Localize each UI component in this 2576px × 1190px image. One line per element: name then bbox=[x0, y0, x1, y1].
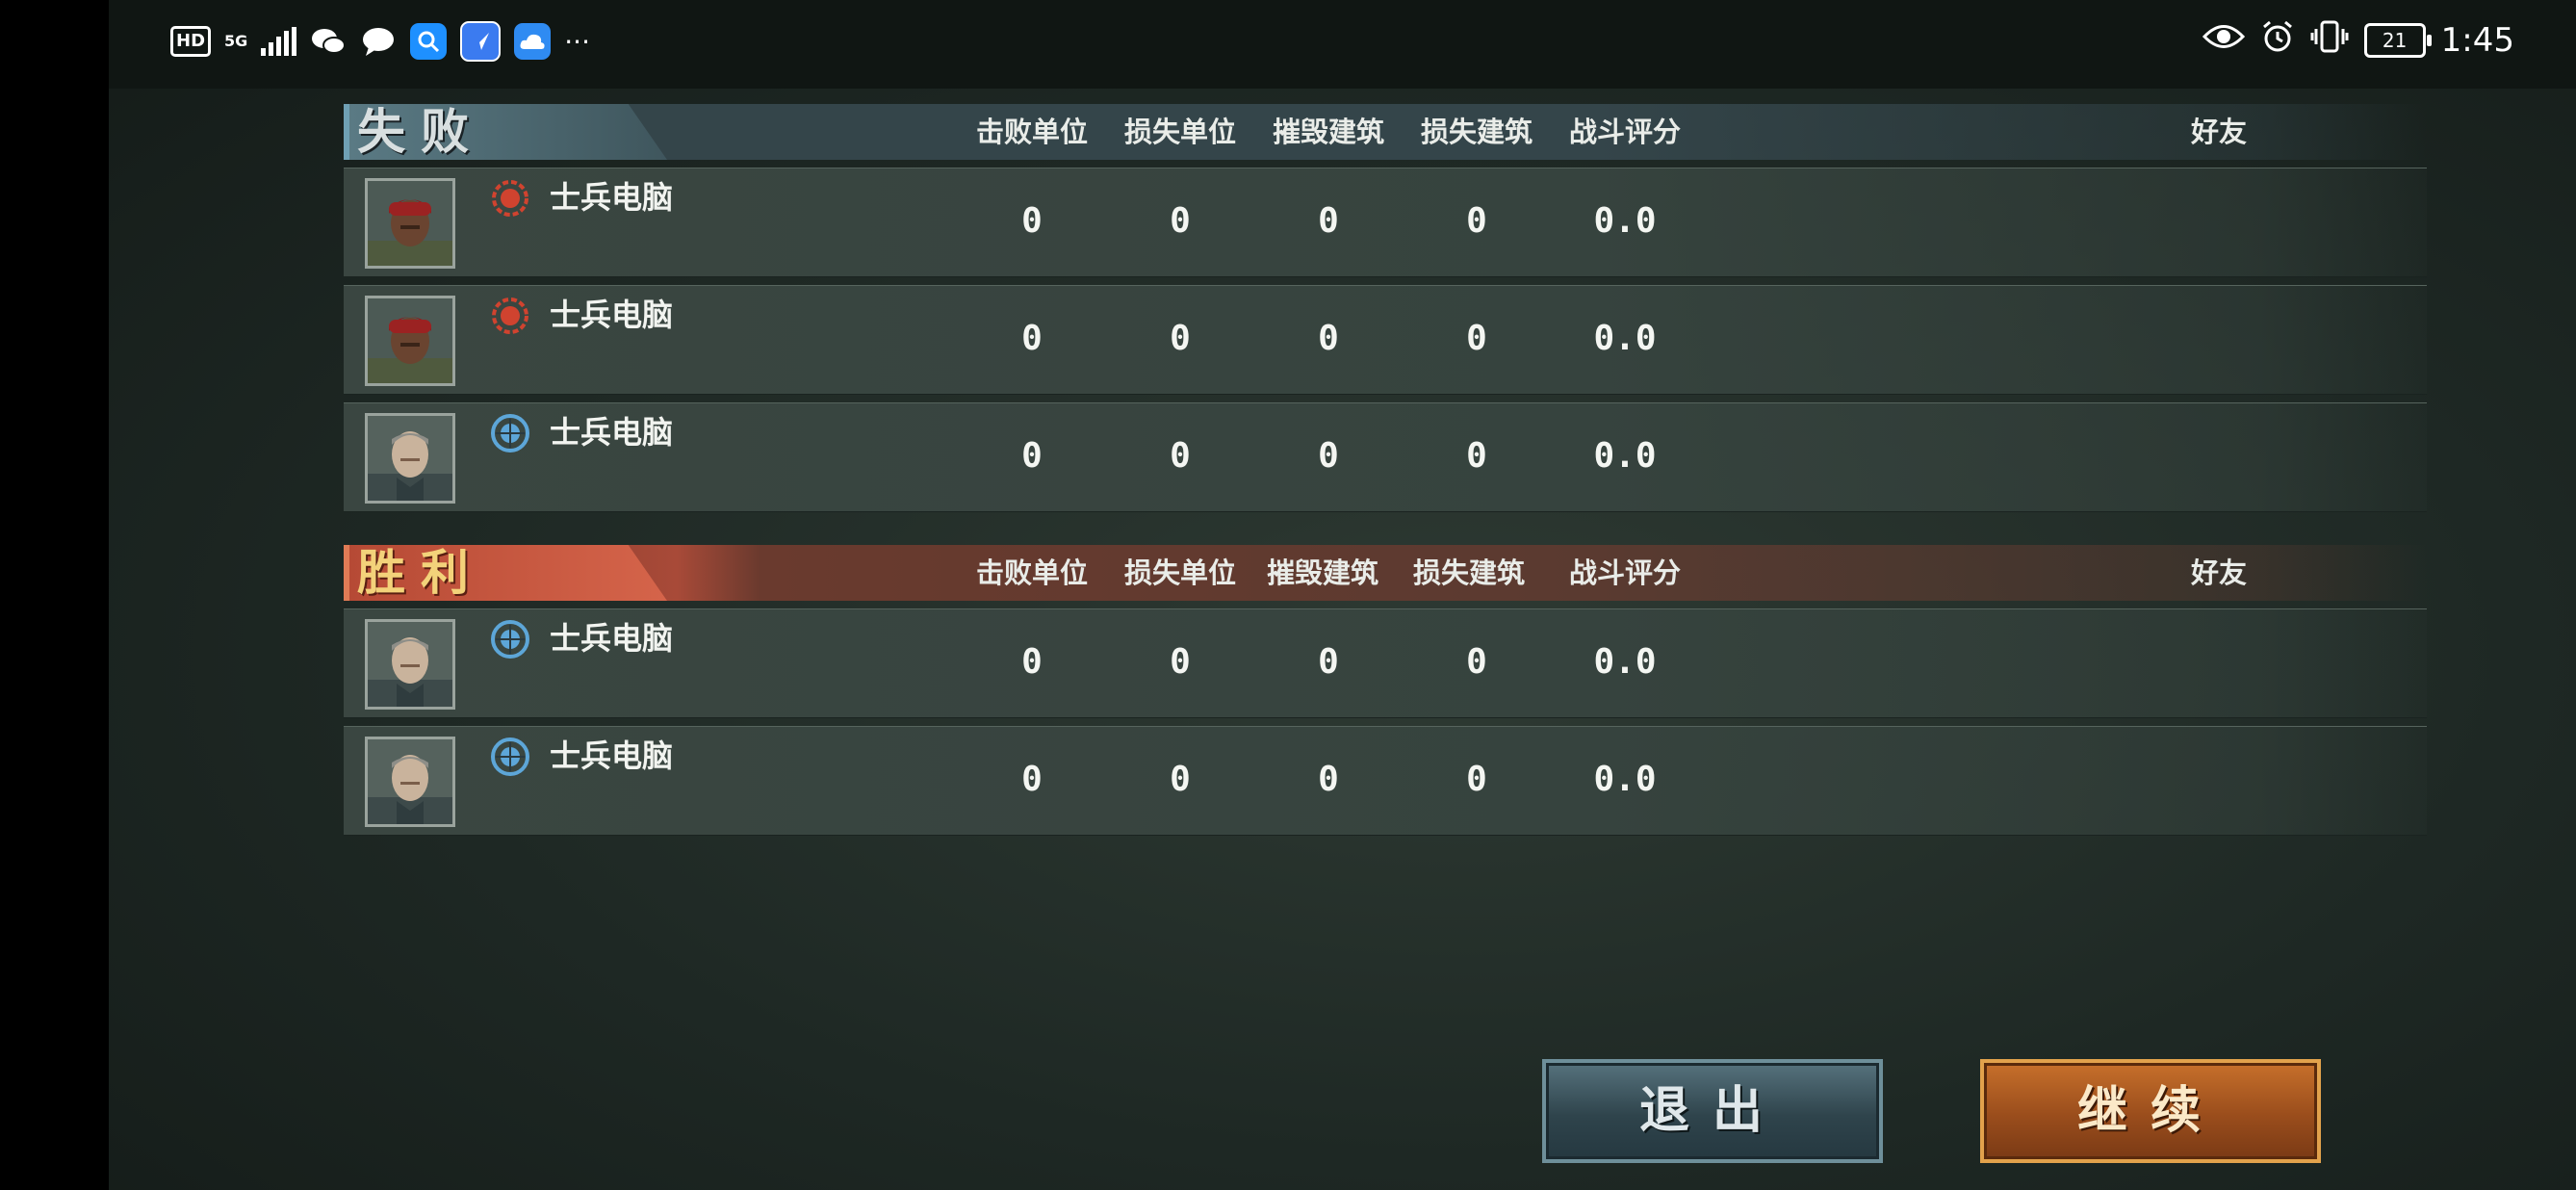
game-screen: HD 5G ··· 21 1:45 失败 击败单位 损失单位 摧毁建筑 损失建筑… bbox=[109, 0, 2576, 1190]
victory-header: 胜利 击败单位 损失单位 摧毁建筑 损失建筑 战斗评分 好友 bbox=[344, 545, 2427, 601]
blue-faction-icon bbox=[488, 411, 532, 455]
stat-battle-score: 0.0 bbox=[1593, 319, 1657, 358]
stat-units-lost: 0 bbox=[1170, 319, 1191, 358]
player-name: 士兵电脑 bbox=[550, 414, 674, 451]
column-header-kills: 击败单位 bbox=[975, 116, 1088, 148]
defeat-title: 失败 bbox=[357, 104, 484, 160]
player-row[interactable]: 士兵电脑 0 0 0 0 0.0 bbox=[344, 285, 2427, 395]
column-header-buildings-destroyed: 摧毁建筑 bbox=[1272, 116, 1384, 148]
hd-icon: HD bbox=[170, 26, 212, 57]
column-header-friend: 好友 bbox=[2190, 116, 2247, 148]
network-type: 5G bbox=[224, 32, 248, 50]
stat-battle-score: 0.0 bbox=[1593, 642, 1657, 682]
stat-kills: 0 bbox=[1021, 319, 1043, 358]
defeat-header: 失败 击败单位 损失单位 摧毁建筑 损失建筑 战斗评分 好友 bbox=[344, 104, 2427, 160]
player-name: 士兵电脑 bbox=[550, 737, 674, 774]
stat-units-lost: 0 bbox=[1170, 642, 1191, 682]
stat-buildings-destroyed: 0 bbox=[1318, 642, 1339, 682]
stat-buildings-lost: 0 bbox=[1466, 642, 1487, 682]
stat-battle-score: 0.0 bbox=[1593, 760, 1657, 799]
more-icon: ··· bbox=[564, 25, 590, 58]
player-name: 士兵电脑 bbox=[550, 620, 674, 657]
victory-section: 胜利 击败单位 损失单位 摧毁建筑 损失建筑 战斗评分 好友 士兵电脑 0 0 … bbox=[344, 545, 2427, 836]
column-header-battle-score: 战斗评分 bbox=[1568, 116, 1681, 148]
stat-kills: 0 bbox=[1021, 436, 1043, 476]
stat-units-lost: 0 bbox=[1170, 201, 1191, 241]
player-row[interactable]: 士兵电脑 0 0 0 0 0.0 bbox=[344, 402, 2427, 512]
column-header-kills: 击败单位 bbox=[975, 556, 1088, 589]
stat-kills: 0 bbox=[1021, 760, 1043, 799]
blue-faction-icon bbox=[488, 617, 532, 661]
stat-buildings-destroyed: 0 bbox=[1318, 760, 1339, 799]
browser-app-icon bbox=[460, 21, 502, 62]
column-header-buildings-lost: 损失建筑 bbox=[1420, 116, 1533, 148]
player-name: 士兵电脑 bbox=[550, 297, 674, 333]
column-header-units-lost: 损失单位 bbox=[1123, 556, 1236, 589]
vibrate-icon bbox=[2310, 19, 2349, 62]
column-header-buildings-lost: 损失建筑 bbox=[1412, 556, 1525, 589]
defeat-section: 失败 击败单位 损失单位 摧毁建筑 损失建筑 战斗评分 好友 士兵电脑 0 0 … bbox=[344, 104, 2427, 512]
status-bar: HD 5G ··· 21 1:45 bbox=[109, 0, 2576, 89]
stat-battle-score: 0.0 bbox=[1593, 436, 1657, 476]
red-faction-icon bbox=[488, 176, 532, 220]
player-avatar bbox=[365, 413, 455, 504]
eye-icon bbox=[2202, 22, 2245, 59]
wechat-icon bbox=[310, 23, 347, 60]
column-header-buildings-destroyed: 摧毁建筑 bbox=[1266, 556, 1378, 589]
column-header-friend: 好友 bbox=[2190, 556, 2247, 589]
continue-button[interactable]: 继续 bbox=[1980, 1059, 2321, 1163]
blue-faction-icon bbox=[488, 735, 532, 779]
red-faction-icon bbox=[488, 294, 532, 338]
stat-buildings-lost: 0 bbox=[1466, 319, 1487, 358]
stat-buildings-lost: 0 bbox=[1466, 436, 1487, 476]
stat-buildings-lost: 0 bbox=[1466, 760, 1487, 799]
player-avatar bbox=[365, 619, 455, 710]
exit-button[interactable]: 退出 bbox=[1542, 1059, 1883, 1163]
message-icon bbox=[360, 23, 397, 60]
player-avatar bbox=[365, 296, 455, 386]
stat-battle-score: 0.0 bbox=[1593, 201, 1657, 241]
stat-kills: 0 bbox=[1021, 642, 1043, 682]
player-row[interactable]: 士兵电脑 0 0 0 0 0.0 bbox=[344, 726, 2427, 836]
stat-buildings-lost: 0 bbox=[1466, 201, 1487, 241]
clock: 1:45 bbox=[2440, 21, 2514, 60]
victory-title: 胜利 bbox=[357, 545, 484, 601]
left-black-bar bbox=[0, 0, 109, 1190]
signal-icon bbox=[261, 27, 297, 56]
stat-units-lost: 0 bbox=[1170, 760, 1191, 799]
player-avatar bbox=[365, 178, 455, 269]
alarm-icon bbox=[2260, 19, 2295, 62]
stat-buildings-destroyed: 0 bbox=[1318, 201, 1339, 241]
player-row[interactable]: 士兵电脑 0 0 0 0 0.0 bbox=[344, 608, 2427, 718]
search-app-icon bbox=[410, 23, 448, 60]
player-avatar bbox=[365, 737, 455, 827]
cloud-app-icon bbox=[514, 23, 552, 60]
stat-buildings-destroyed: 0 bbox=[1318, 436, 1339, 476]
column-header-battle-score: 战斗评分 bbox=[1568, 556, 1681, 589]
player-row[interactable]: 士兵电脑 0 0 0 0 0.0 bbox=[344, 168, 2427, 277]
stat-units-lost: 0 bbox=[1170, 436, 1191, 476]
stat-buildings-destroyed: 0 bbox=[1318, 319, 1339, 358]
column-header-units-lost: 损失单位 bbox=[1123, 116, 1236, 148]
player-name: 士兵电脑 bbox=[550, 179, 674, 216]
battery-indicator: 21 bbox=[2363, 23, 2432, 58]
stat-kills: 0 bbox=[1021, 201, 1043, 241]
